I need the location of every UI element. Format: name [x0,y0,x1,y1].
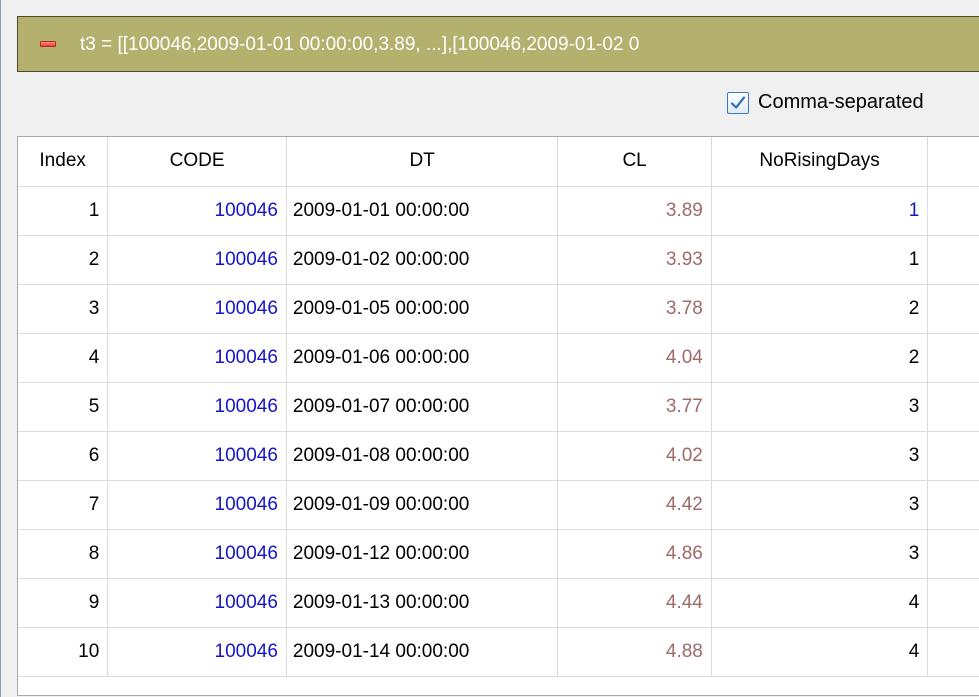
table-row[interactable]: 2 100046 2009-01-02 00:00:00 3.93 1 [18,235,979,285]
cell-code[interactable]: 100046 [107,382,287,432]
cell-index[interactable]: 2 [18,235,109,285]
cell-filler [927,578,979,628]
cell-index[interactable]: 9 [18,578,109,628]
cell-filler [927,431,979,481]
cell-index[interactable]: 10 [18,627,109,677]
cell-norisingdays[interactable]: 1 [711,186,929,236]
column-header-index[interactable]: Index [18,137,109,187]
cell-dt[interactable]: 2009-01-01 00:00:00 [286,186,559,236]
cell-dt[interactable]: 2009-01-14 00:00:00 [286,627,559,677]
cell-filler [927,627,979,677]
cell-dt[interactable]: 2009-01-08 00:00:00 [286,431,559,481]
comma-separated-toggle[interactable]: Comma-separated [727,91,924,114]
cell-norisingdays[interactable]: 2 [711,333,929,383]
cell-dt[interactable]: 2009-01-09 00:00:00 [286,480,559,530]
cell-dt[interactable]: 2009-01-12 00:00:00 [286,529,559,579]
column-header-filler [927,137,979,187]
cell-code[interactable]: 100046 [107,627,287,677]
cell-filler [927,186,979,236]
cell-norisingdays[interactable]: 1 [711,235,929,285]
column-header-dt[interactable]: DT [286,137,559,187]
cell-index[interactable]: 6 [18,431,109,481]
table-row[interactable]: 7 100046 2009-01-09 00:00:00 4.42 3 [18,480,979,530]
cell-code[interactable]: 100046 [107,235,287,285]
cell-dt[interactable]: 2009-01-06 00:00:00 [286,333,559,383]
cell-code[interactable]: 100046 [107,186,287,236]
checkmark-icon [730,95,746,109]
cell-norisingdays[interactable]: 3 [711,529,929,579]
cell-filler [927,333,979,383]
cell-code[interactable]: 100046 [107,431,287,481]
table-body: 1 100046 2009-01-01 00:00:00 3.89 1 2 100046 20… [18,186,979,677]
cell-cl[interactable]: 4.04 [557,333,712,383]
data-table-container: Index CODE DT CL NoRisingDays 1 100046 200… [17,136,979,696]
cell-index[interactable]: 8 [18,529,109,579]
cell-code[interactable]: 100046 [107,480,287,530]
cell-norisingdays[interactable]: 4 [711,578,929,628]
variable-title: t3 = [[100046,2009-01-01 00:00:00,3.89, … [80,34,640,55]
data-table: Index CODE DT CL NoRisingDays 1 100046 200… [18,137,979,677]
table-row[interactable]: 8 100046 2009-01-12 00:00:00 4.86 3 [18,529,979,579]
cell-cl[interactable]: 3.77 [557,382,712,432]
cell-norisingdays[interactable]: 3 [711,480,929,530]
table-header-row: Index CODE DT CL NoRisingDays [18,137,979,187]
table-row[interactable]: 10 100046 2009-01-14 00:00:00 4.88 4 [18,627,979,677]
cell-filler [927,235,979,285]
cell-cl[interactable]: 3.89 [557,186,712,236]
cell-index[interactable]: 4 [18,333,109,383]
column-header-norisingdays[interactable]: NoRisingDays [711,137,929,187]
cell-cl[interactable]: 4.42 [557,480,712,530]
cell-cl[interactable]: 4.88 [557,627,712,677]
cell-norisingdays[interactable]: 2 [711,284,929,334]
table-row[interactable]: 1 100046 2009-01-01 00:00:00 3.89 1 [18,186,979,236]
variable-title-bar: t3 = [[100046,2009-01-01 00:00:00,3.89, … [17,16,979,72]
table-row[interactable]: 5 100046 2009-01-07 00:00:00 3.77 3 [18,382,979,432]
comma-separated-checkbox[interactable] [727,91,749,114]
cell-norisingdays[interactable]: 3 [711,431,929,481]
cell-cl[interactable]: 3.78 [557,284,712,334]
table-row[interactable]: 4 100046 2009-01-06 00:00:00 4.04 2 [18,333,979,383]
column-header-code[interactable]: CODE [107,137,287,187]
cell-code[interactable]: 100046 [107,529,287,579]
column-header-cl[interactable]: CL [557,137,712,187]
collapse-icon[interactable] [40,38,58,50]
cell-cl[interactable]: 4.02 [557,431,712,481]
cell-cl[interactable]: 4.86 [557,529,712,579]
comma-separated-label: Comma-separated [758,91,924,113]
cell-index[interactable]: 7 [18,480,109,530]
cell-code[interactable]: 100046 [107,578,287,628]
cell-index[interactable]: 5 [18,382,109,432]
cell-filler [927,284,979,334]
cell-cl[interactable]: 3.93 [557,235,712,285]
cell-index[interactable]: 3 [18,284,109,334]
cell-code[interactable]: 100046 [107,284,287,334]
cell-filler [927,382,979,432]
cell-dt[interactable]: 2009-01-02 00:00:00 [286,235,559,285]
options-bar: Comma-separated [1,80,979,128]
cell-code[interactable]: 100046 [107,333,287,383]
table-row[interactable]: 6 100046 2009-01-08 00:00:00 4.02 3 [18,431,979,481]
cell-dt[interactable]: 2009-01-05 00:00:00 [286,284,559,334]
cell-index[interactable]: 1 [18,186,109,236]
table-row[interactable]: 3 100046 2009-01-05 00:00:00 3.78 2 [18,284,979,334]
cell-dt[interactable]: 2009-01-07 00:00:00 [286,382,559,432]
cell-norisingdays[interactable]: 3 [711,382,929,432]
table-row[interactable]: 9 100046 2009-01-13 00:00:00 4.44 4 [18,578,979,628]
cell-filler [927,529,979,579]
cell-cl[interactable]: 4.44 [557,578,712,628]
cell-dt[interactable]: 2009-01-13 00:00:00 [286,578,559,628]
variable-viewer-window: t3 = [[100046,2009-01-01 00:00:00,3.89, … [0,0,979,697]
cell-norisingdays[interactable]: 4 [711,627,929,677]
cell-filler [927,480,979,530]
